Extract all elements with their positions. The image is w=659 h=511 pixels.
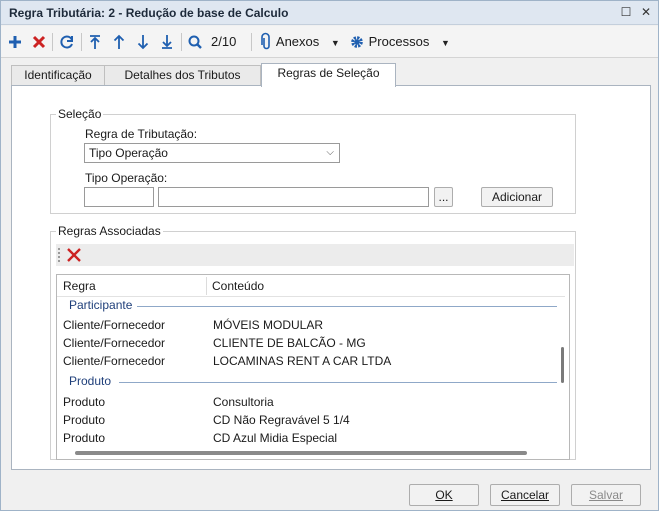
toolbar-separator	[52, 33, 53, 51]
tab-bar: Identificação Detalhes dos Tributos Regr…	[11, 63, 651, 87]
vertical-scrollbar[interactable]	[560, 297, 566, 447]
selecao-group: Seleção Regra de Tributação: Tipo Operaç…	[50, 107, 576, 214]
cell-conteudo: Consultoria	[213, 395, 274, 409]
toolbar-separator	[251, 33, 252, 51]
cell-conteudo: CD Não Regravável 5 1/4	[213, 413, 350, 427]
cancelar-label: Cancelar	[500, 488, 550, 502]
window-title: Regra Tributária: 2 - Redução de base de…	[9, 6, 289, 20]
chevron-down-icon: ▼	[330, 38, 340, 48]
regras-associadas-group: Regras Associadas Regra Conteúdo Partici…	[50, 224, 576, 460]
selecao-legend: Seleção	[58, 107, 102, 121]
cell-regra: Produto	[63, 413, 106, 427]
toolbar-separator	[81, 33, 82, 51]
tipo-operacao-label: Tipo Operação:	[85, 171, 168, 185]
record-position: 2/10	[211, 34, 237, 49]
cell-regra: Cliente/Fornecedor	[63, 354, 166, 368]
table-row[interactable]: Produto Consultoria	[57, 393, 559, 411]
column-header-regra[interactable]: Regra	[63, 279, 96, 293]
group-divider	[137, 306, 557, 307]
grid-header: Regra Conteúdo	[57, 275, 565, 297]
cell-conteudo: CLIENTE DE BALCÃO - MG	[213, 336, 366, 350]
anexos-menu[interactable]: Anexos ▼	[259, 32, 340, 52]
dialog-window: Regra Tributária: 2 - Redução de base de…	[0, 0, 659, 511]
grip-handle	[58, 248, 60, 262]
regra-tributacao-label: Regra de Tributação:	[85, 127, 198, 141]
table-row[interactable]: Cliente/Fornecedor MÓVEIS MODULAR	[57, 316, 559, 334]
cell-regra: Produto	[63, 431, 106, 445]
processos-label: Processos	[368, 34, 430, 49]
salvar-label: Salvar	[588, 488, 623, 502]
toolbar: 2/10 Anexos ▼ Processos ▼	[1, 26, 658, 58]
cell-regra: Cliente/Fornecedor	[63, 336, 166, 350]
paperclip-icon	[261, 32, 270, 50]
remove-icon[interactable]	[66, 246, 82, 267]
last-icon[interactable]	[159, 32, 175, 52]
regra-tributacao-value: Tipo Operação	[89, 146, 168, 160]
group-header-participante[interactable]: Participante	[57, 297, 559, 315]
anexos-label: Anexos	[275, 34, 320, 49]
maximize-icon[interactable]: ☐	[619, 5, 633, 19]
group-divider	[119, 382, 557, 383]
tab-detalhes-tributos[interactable]: Detalhes dos Tributos	[104, 65, 261, 86]
table-row[interactable]: Cliente/Fornecedor CLIENTE DE BALCÃO - M…	[57, 334, 559, 352]
tab-regras-selecao[interactable]: Regras de Seleção	[261, 63, 396, 87]
group-header-produto[interactable]: Produto	[57, 373, 559, 391]
grid-toolbar	[56, 244, 574, 266]
next-icon[interactable]	[135, 32, 151, 52]
title-bar: Regra Tributária: 2 - Redução de base de…	[1, 1, 658, 25]
refresh-icon[interactable]	[58, 32, 76, 52]
ok-label: OK	[435, 488, 453, 502]
column-header-conteudo[interactable]: Conteúdo	[212, 279, 264, 293]
tab-identificacao[interactable]: Identificação	[11, 65, 105, 86]
group-label: Produto	[69, 374, 112, 388]
ok-button[interactable]: OK	[409, 484, 479, 506]
tab-panel: Seleção Regra de Tributação: Tipo Operaç…	[11, 85, 651, 470]
delete-icon[interactable]	[31, 32, 47, 52]
previous-icon[interactable]	[111, 32, 127, 52]
regra-tributacao-select[interactable]: Tipo Operação ⌵	[84, 143, 340, 163]
chevron-down-icon: ⌵	[326, 147, 334, 158]
gear-icon	[351, 36, 363, 48]
tipo-operacao-code-input[interactable]	[84, 187, 154, 207]
table-row[interactable]: Cliente/Fornecedor LOCAMINAS RENT A CAR …	[57, 352, 559, 370]
cell-conteudo: MÓVEIS MODULAR	[213, 318, 324, 332]
column-separator[interactable]	[206, 277, 207, 295]
regras-associadas-legend: Regras Associadas	[58, 224, 161, 238]
adicionar-button[interactable]: Adicionar	[481, 187, 553, 207]
cell-conteudo: CD Azul Midia Especial	[213, 431, 338, 445]
table-row[interactable]: Produto CD Não Regravável 5 1/4	[57, 411, 559, 429]
close-icon[interactable]: ✕	[639, 5, 653, 19]
search-icon[interactable]	[187, 32, 203, 52]
processos-menu[interactable]: Processos ▼	[349, 32, 450, 52]
regras-grid: Regra Conteúdo Participante Cliente/Forn…	[56, 274, 570, 460]
cell-regra: Produto	[63, 395, 106, 409]
first-icon[interactable]	[87, 32, 103, 52]
table-row[interactable]: Produto CD Azul Midia Especial	[57, 429, 559, 447]
chevron-down-icon: ▼	[440, 38, 450, 48]
horizontal-scrollbar[interactable]	[75, 451, 527, 455]
cancelar-button[interactable]: Cancelar	[490, 484, 560, 506]
toolbar-separator	[181, 33, 182, 51]
salvar-button[interactable]: Salvar	[571, 484, 641, 506]
vertical-scroll-thumb[interactable]	[561, 347, 564, 383]
group-label: Participante	[69, 298, 133, 312]
cell-conteudo: LOCAMINAS RENT A CAR LTDA	[213, 354, 392, 368]
add-icon[interactable]	[7, 32, 23, 52]
lookup-button[interactable]: ...	[434, 187, 453, 207]
cell-regra: Cliente/Fornecedor	[63, 318, 166, 332]
tipo-operacao-desc-input[interactable]	[158, 187, 429, 207]
